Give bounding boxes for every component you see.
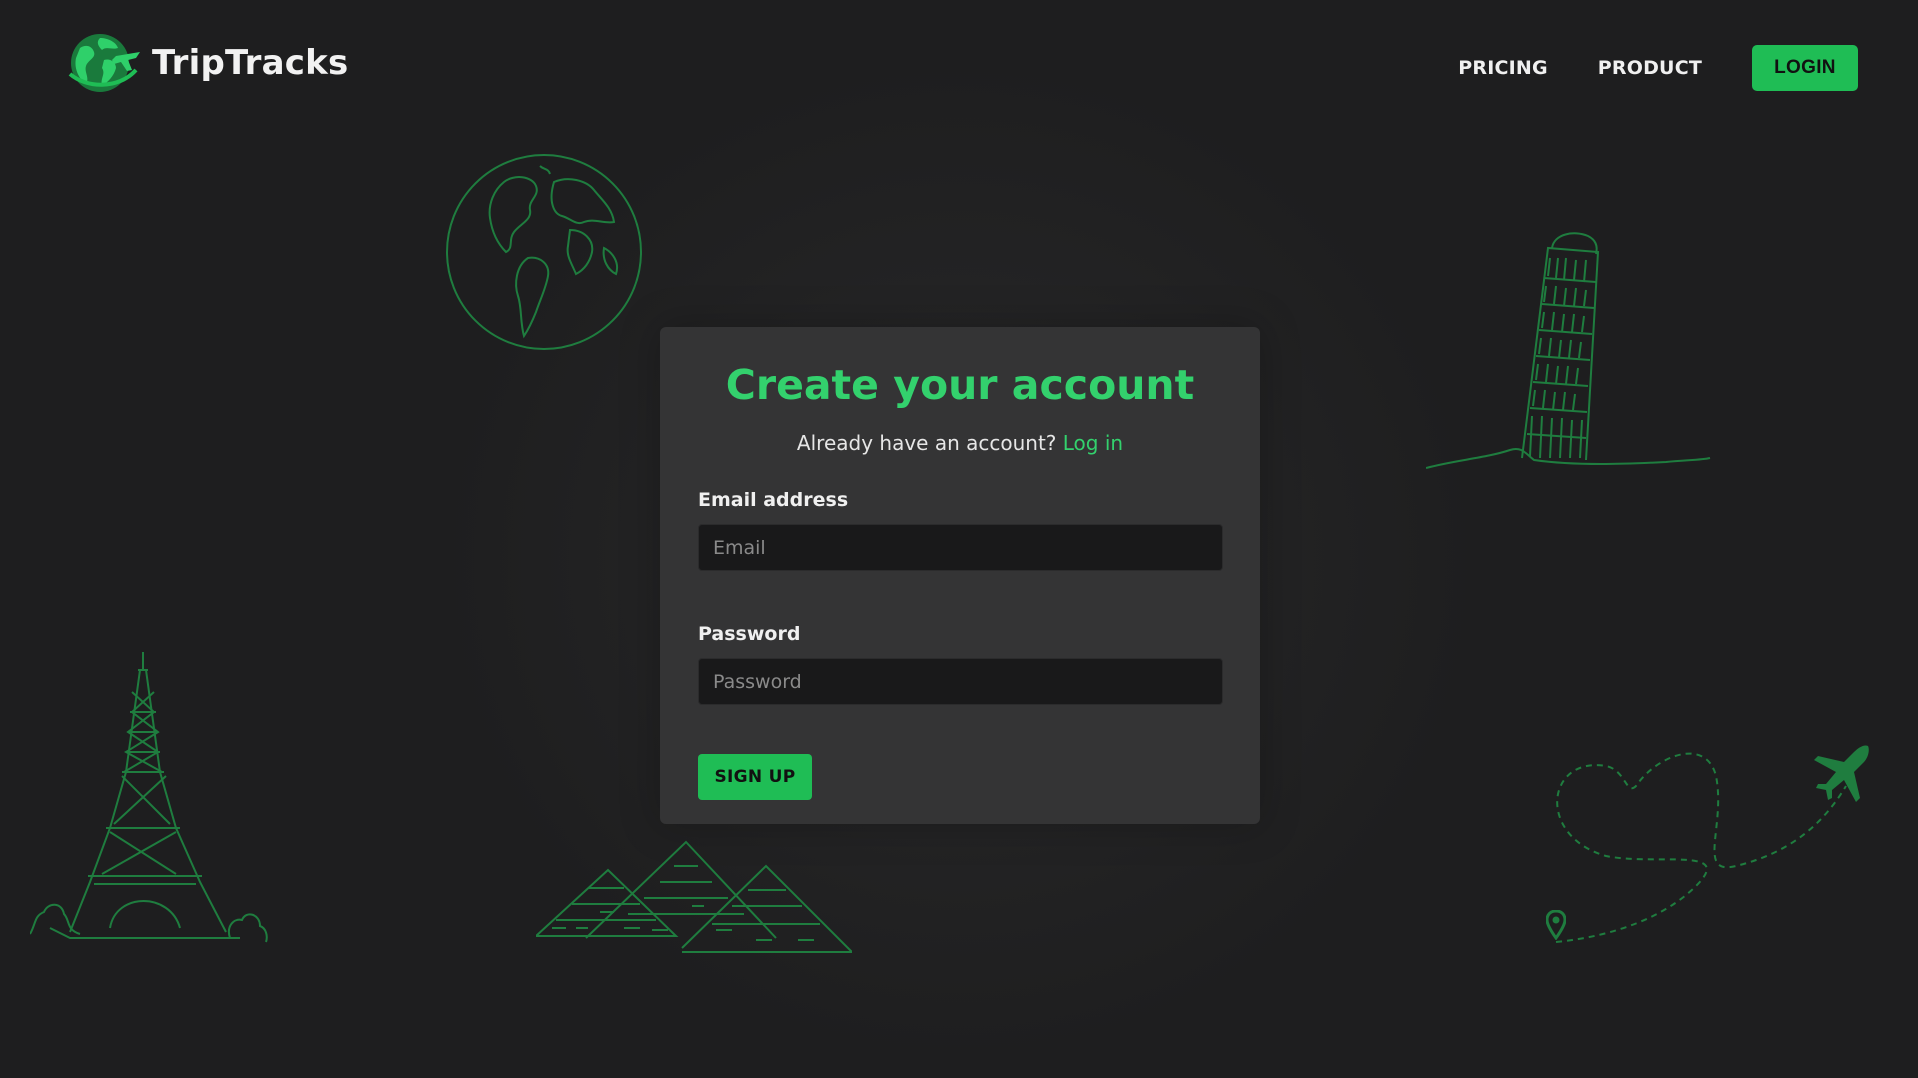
email-field[interactable] xyxy=(698,524,1223,571)
login-link[interactable]: Log in xyxy=(1063,431,1123,455)
main-nav: PRICING PRODUCT LOGIN xyxy=(1458,45,1858,91)
airplane-icon xyxy=(1814,745,1869,802)
nav-pricing-link[interactable]: PRICING xyxy=(1458,57,1548,79)
leaning-tower-icon xyxy=(1426,232,1711,469)
signup-card: Create your account Already have an acco… xyxy=(660,327,1260,824)
password-field[interactable] xyxy=(698,658,1223,705)
signup-subtitle: Already have an account? Log in xyxy=(660,431,1260,455)
pyramids-icon xyxy=(536,840,852,953)
location-pin-icon xyxy=(1546,910,1566,940)
nav-login-button[interactable]: LOGIN xyxy=(1752,45,1858,91)
nav-product-link[interactable]: PRODUCT xyxy=(1598,57,1702,79)
globe-plane-icon xyxy=(68,34,140,92)
email-label: Email address xyxy=(698,489,849,511)
top-navbar: TripTracks PRICING PRODUCT LOGIN xyxy=(0,0,1918,130)
eiffel-tower-icon xyxy=(30,652,268,943)
brand-logo[interactable]: TripTracks xyxy=(66,30,348,96)
have-account-text: Already have an account? xyxy=(796,431,1057,455)
brand-name: TripTracks xyxy=(152,43,349,83)
password-label: Password xyxy=(698,623,801,645)
globe-icon xyxy=(446,154,642,350)
sign-up-button[interactable]: SIGN UP xyxy=(698,754,812,800)
signup-title: Create your account xyxy=(725,361,1195,409)
